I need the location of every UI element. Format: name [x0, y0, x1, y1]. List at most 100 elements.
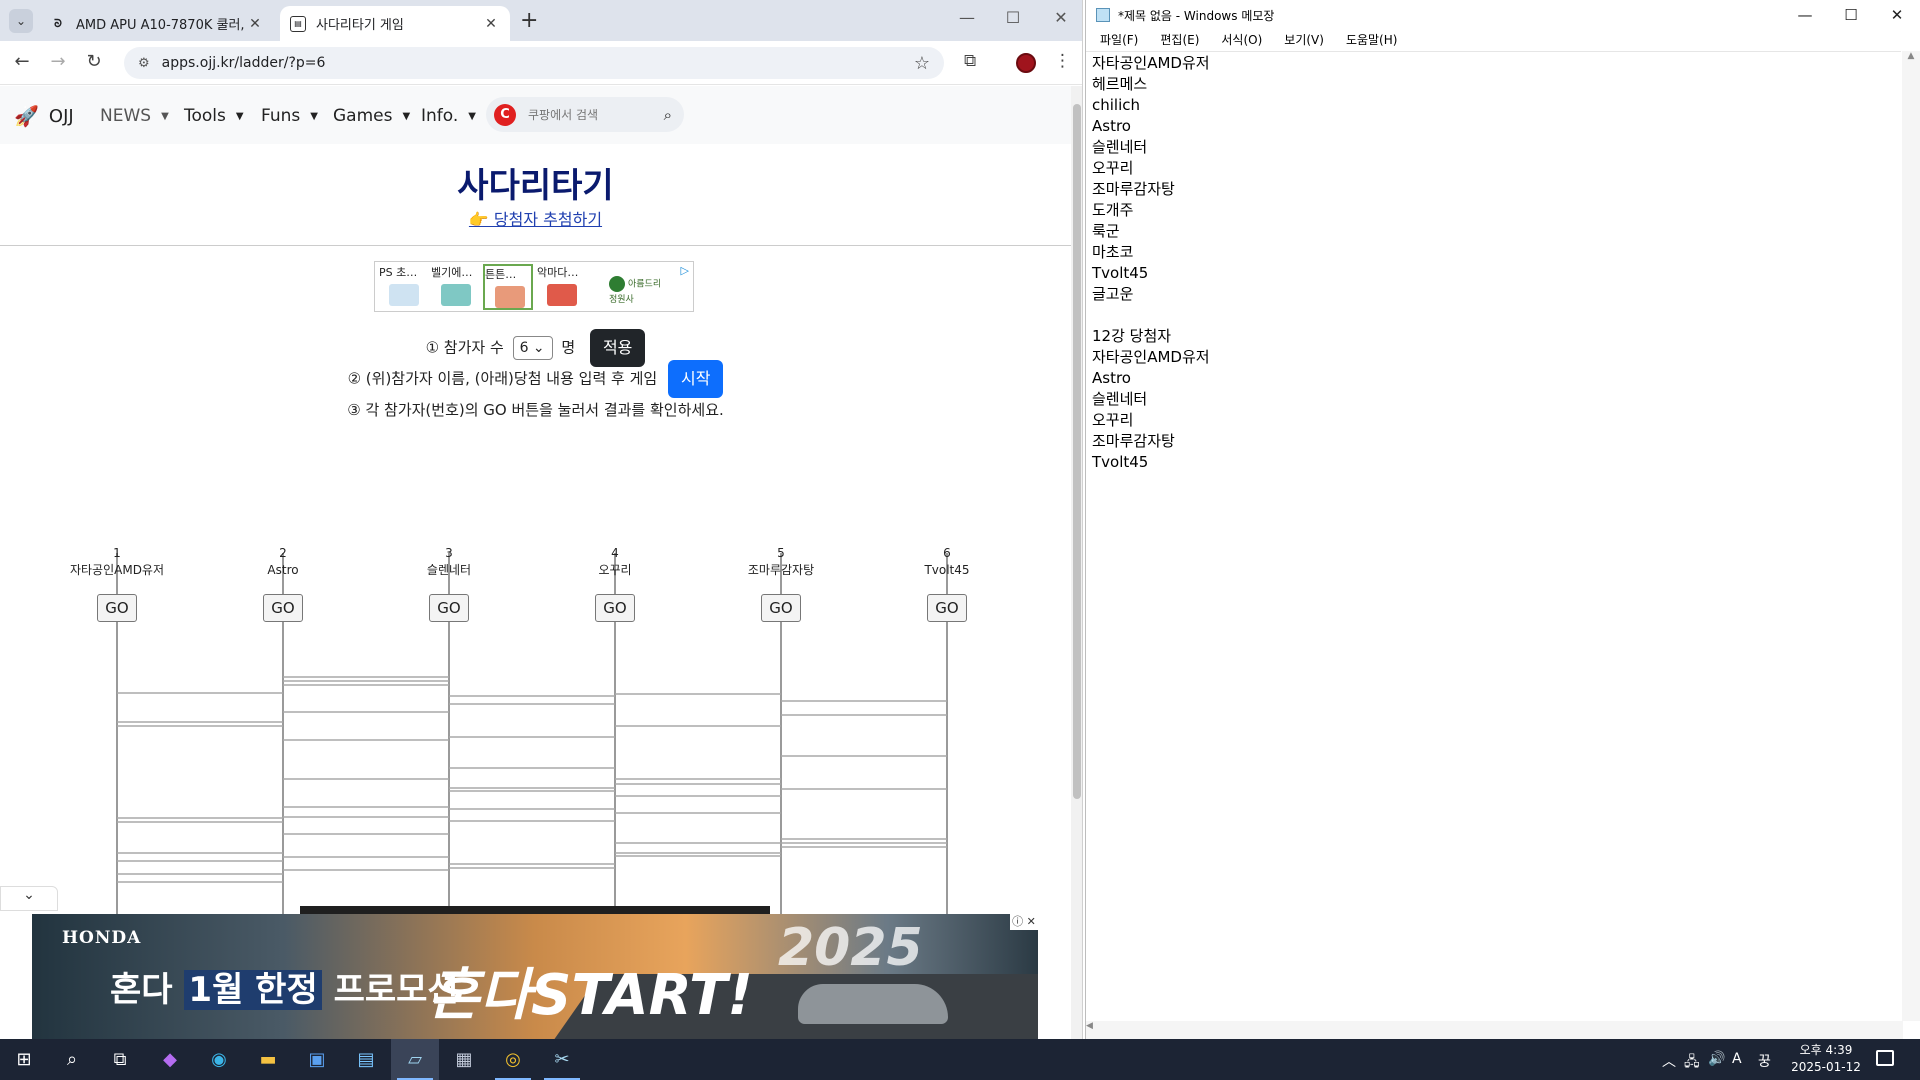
calculator-icon[interactable]: ▦	[440, 1039, 488, 1080]
rocket-icon: 🚀	[14, 104, 39, 128]
banner-year-text: 2025	[778, 918, 923, 978]
ime-mode-indicator[interactable]: A	[1732, 1051, 1742, 1067]
ad-close-icon[interactable]: ⓘ ✕	[1010, 914, 1038, 930]
app-window-icon[interactable]: ▤	[342, 1039, 390, 1080]
ime-korean-indicator[interactable]: 꿍	[1758, 1051, 1771, 1071]
menu-help[interactable]: 도움말(H)	[1346, 30, 1398, 50]
ad-product[interactable]: PS 초…	[379, 264, 429, 310]
player-number: 2	[279, 546, 287, 560]
adchoices-icon[interactable]: ▷	[681, 264, 689, 277]
honda-logo: HONDA	[62, 928, 142, 948]
step3-instruction: ③ 각 참가자(번호)의 GO 버튼을 눌러서 결과를 확인하세요.	[347, 401, 724, 419]
site-favicon-icon: ᘐ	[54, 16, 62, 30]
search-icon[interactable]: ⌕	[48, 1039, 96, 1080]
search-icon[interactable]: ⌕	[664, 106, 672, 124]
notepad-text-area[interactable]: 자타공인AMD유저 헤르메스 chilich Astro 슬렌네터 오꾸리 조마…	[1086, 51, 1901, 1019]
profile-avatar[interactable]	[1016, 53, 1036, 73]
step2-row: ② (위)참가자 이름, (아래)당첨 내용 입력 후 게임 시작	[0, 360, 1071, 398]
player-name: Astro	[267, 563, 299, 577]
site-logo[interactable]: 🚀 OJJ	[14, 104, 74, 128]
close-window-button[interactable]: ✕	[1046, 8, 1076, 27]
ad-product[interactable]: 악마다…	[537, 264, 587, 310]
browser-window: ⌄ ᘐ AMD APU A10-7870K 쿨러, 브 ✕ ▤ 사다리타기 게임…	[0, 0, 1083, 1039]
tab-amd-apu[interactable]: ᘐ AMD APU A10-7870K 쿨러, 브 ✕	[40, 6, 274, 41]
minimize-button[interactable]: —	[952, 8, 982, 27]
tab-close-icon[interactable]: ✕	[246, 16, 264, 32]
notepad-minimize-button[interactable]: —	[1790, 6, 1820, 24]
tab-close-icon[interactable]: ✕	[482, 16, 500, 32]
edge-browser-icon[interactable]: ◉	[195, 1039, 243, 1080]
maximize-button[interactable]: ☐	[998, 8, 1028, 27]
address-bar[interactable]: ⚙ apps.ojj.kr/ladder/?p=6 ☆	[124, 47, 944, 79]
menu-format[interactable]: 서식(O)	[1221, 30, 1262, 50]
snipping-tool-icon[interactable]: ✂	[538, 1039, 586, 1080]
notepad-maximize-button[interactable]: ☐	[1836, 6, 1866, 24]
site-info-icon[interactable]: ⚙	[138, 56, 150, 71]
winner-draw-link[interactable]: 👉 당첨자 추첨하기	[0, 206, 1071, 230]
go-button[interactable]: GO	[595, 594, 635, 622]
file-explorer-icon[interactable]: ▬	[244, 1039, 292, 1080]
menu-edit[interactable]: 편집(E)	[1160, 30, 1199, 50]
nav-news[interactable]: NEWS ▼	[100, 106, 169, 126]
chrome-icon[interactable]: ◎	[489, 1039, 537, 1080]
ladder-favicon-icon: ▤	[290, 15, 306, 32]
tab-title: AMD APU A10-7870K 쿨러, 브	[76, 18, 246, 33]
step2-label: ② (위)참가자 이름, (아래)당첨 내용 입력 후 게임	[347, 369, 658, 388]
participant-count-select[interactable]: 6 ⌄	[512, 336, 553, 360]
collapse-chevron-icon[interactable]: ⌄	[0, 886, 58, 911]
copilot-icon[interactable]: ◆	[146, 1039, 194, 1080]
product-thumbnail	[495, 286, 525, 308]
clock-time: 오후 4:39	[1799, 1043, 1853, 1057]
player-label: 4 오꾸리	[540, 545, 690, 579]
menu-file[interactable]: 파일(F)	[1100, 30, 1138, 50]
go-button[interactable]: GO	[927, 594, 967, 622]
go-button[interactable]: GO	[761, 594, 801, 622]
banner-start-text: 혼다START!	[428, 963, 753, 1028]
notification-center-icon[interactable]	[1876, 1050, 1894, 1066]
nav-games[interactable]: Games ▼	[333, 106, 410, 126]
go-button[interactable]: GO	[97, 594, 137, 622]
notepad-close-button[interactable]: ✕	[1882, 6, 1912, 24]
notepad-taskbar-icon[interactable]: ▱	[391, 1039, 439, 1080]
start-windows-icon[interactable]: ⊞	[0, 1039, 48, 1080]
tab-search-button[interactable]: ⌄	[9, 9, 33, 33]
coupang-ad-box[interactable]: PS 초… 벨기에… 튼튼… 악마다… 아름드리 정원사 ▷	[374, 261, 694, 312]
reload-icon[interactable]: ↻	[82, 51, 106, 72]
volume-icon[interactable]: 🔊	[1708, 1051, 1725, 1067]
nav-tools[interactable]: Tools ▼	[184, 106, 244, 126]
menu-kebab-icon[interactable]: ⋮	[1054, 51, 1071, 71]
page-scrollbar[interactable]	[1071, 86, 1082, 1039]
ad-product[interactable]: 벨기에…	[431, 264, 481, 310]
go-button[interactable]: GO	[263, 594, 303, 622]
start-button[interactable]: 시작	[667, 360, 724, 398]
notepad-icon	[1096, 8, 1110, 22]
tab-ladder-game[interactable]: ▤ 사다리타기 게임 ✕	[280, 6, 510, 41]
ad-product[interactable]: 튼튼…	[483, 264, 533, 310]
bookmark-star-icon[interactable]: ☆	[914, 53, 930, 74]
coupang-search-box[interactable]: C 쿠팡에서 검색 ⌕	[486, 97, 684, 132]
honda-ad-banner[interactable]: HONDA 혼다 1월 한정 프로모션 혼다START! 2025 ⓘ ✕	[32, 914, 1038, 1039]
browser-toolbar: ← → ↻ ⚙ apps.ojj.kr/ladder/?p=6 ☆ ⧉ ⋮	[0, 41, 1082, 85]
new-tab-button[interactable]: +	[520, 8, 538, 33]
product-thumbnail	[441, 284, 471, 306]
store-icon[interactable]: ▣	[293, 1039, 341, 1080]
notepad-horizontal-scrollbar[interactable]: ◀	[1086, 1021, 1903, 1039]
scrollbar-thumb[interactable]	[1073, 104, 1081, 799]
menu-view[interactable]: 보기(V)	[1284, 30, 1324, 50]
player-label: 3 슬렌네터	[374, 545, 524, 579]
tab-strip: ⌄ ᘐ AMD APU A10-7870K 쿨러, 브 ✕ ▤ 사다리타기 게임…	[0, 0, 1082, 41]
network-icon[interactable]: 🖧	[1684, 1051, 1700, 1075]
player-name: 자타공인AMD유저	[69, 563, 165, 577]
notepad-window: *제목 없음 - Windows 메모장 — ☐ ✕ 파일(F) 편집(E) 서…	[1085, 0, 1920, 1039]
forward-arrow-icon[interactable]: →	[46, 51, 70, 72]
system-clock[interactable]: 오후 4:39 2025-01-12	[1788, 1042, 1864, 1076]
notepad-vertical-scrollbar[interactable]: ▲	[1902, 51, 1920, 1021]
back-arrow-icon[interactable]: ←	[10, 51, 34, 72]
extensions-icon[interactable]: ⧉	[964, 51, 976, 71]
tray-chevron-icon[interactable]: ︿	[1662, 1051, 1676, 1071]
go-button[interactable]: GO	[429, 594, 469, 622]
player-number: 3	[445, 546, 453, 560]
task-view-icon[interactable]: ⧉	[96, 1039, 144, 1080]
nav-info[interactable]: Info. ▼	[421, 106, 476, 126]
nav-funs[interactable]: Funs ▼	[261, 106, 318, 126]
